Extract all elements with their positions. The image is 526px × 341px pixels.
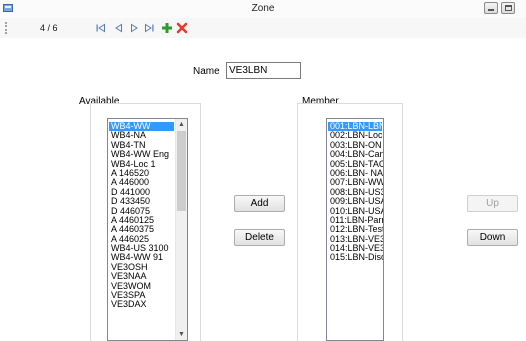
move-previous-icon[interactable] <box>113 22 125 34</box>
delete-button[interactable]: Delete <box>234 229 285 246</box>
name-label: Name <box>193 66 220 77</box>
toolbar-grip[interactable] <box>5 22 7 34</box>
scroll-thumb[interactable] <box>177 131 186 211</box>
move-down-button[interactable]: Down <box>467 229 518 246</box>
available-scrollbar[interactable]: ▲ ▼ <box>175 119 187 340</box>
list-item[interactable]: 015:LBN-Disc <box>328 253 383 263</box>
available-listbox[interactable]: WB4-WW WB4-NA WB4-TN WB4-WW Eng WB4-Loc 1A 1… <box>107 118 188 341</box>
available-items: WB4-WW WB4-NA WB4-TN WB4-WW Eng WB4-Loc 1A 1… <box>109 121 174 310</box>
move-first-icon[interactable] <box>95 22 107 34</box>
title-bar: Zone <box>0 0 526 18</box>
window-title: Zone <box>251 3 275 14</box>
restore-icon <box>505 5 512 11</box>
add-button[interactable]: Add <box>234 195 285 212</box>
minimize-button[interactable] <box>484 2 498 14</box>
record-navigator-toolbar: 4 / 6 <box>0 18 526 38</box>
move-next-icon[interactable] <box>128 22 140 34</box>
list-item[interactable]: VE3DAX <box>109 300 174 310</box>
add-icon[interactable] <box>161 22 173 34</box>
scroll-down-icon[interactable]: ▼ <box>176 329 187 340</box>
member-items: 001:LBN-LBN002:LBN-Loc 2003:LBN-ON004:LB… <box>328 121 383 263</box>
scroll-up-icon[interactable]: ▲ <box>176 119 187 130</box>
member-listbox[interactable]: 001:LBN-LBN002:LBN-Loc 2003:LBN-ON004:LB… <box>326 118 384 341</box>
move-last-icon[interactable] <box>143 22 155 34</box>
name-input[interactable] <box>226 62 301 79</box>
minimize-icon <box>488 9 494 11</box>
delete-icon[interactable] <box>176 22 188 34</box>
record-position: 4 / 6 <box>40 23 58 33</box>
move-up-button[interactable]: Up <box>467 195 518 212</box>
restore-button[interactable] <box>501 2 515 14</box>
